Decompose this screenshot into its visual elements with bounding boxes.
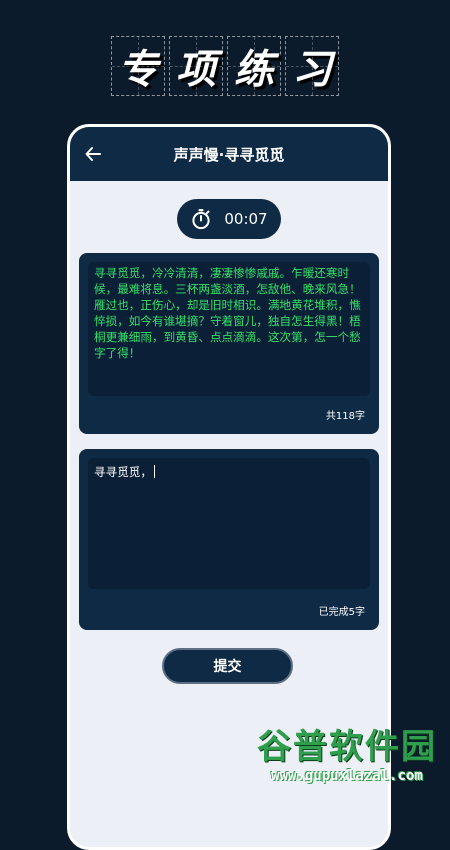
timer-value: 00:07: [224, 210, 268, 228]
typed-text: 寻寻觅觅，: [94, 465, 152, 479]
completed-char-count: 已完成5字: [318, 607, 365, 618]
stopwatch-icon: [190, 208, 212, 230]
banner-char: 习: [285, 36, 339, 96]
watermark-logo: 谷普软件园: [257, 727, 437, 767]
timer-pill: 00:07: [177, 199, 281, 239]
banner-char: 专: [111, 36, 165, 96]
back-arrow-icon: [85, 147, 101, 161]
submit-button[interactable]: 提交: [162, 648, 293, 684]
site-watermark: 谷普软件园 www.gupuxlazal.com: [244, 727, 450, 800]
page-title: 声声慢·寻寻觅觅: [173, 145, 285, 164]
banner-char: 练: [227, 36, 281, 96]
text-caret: [153, 465, 155, 478]
source-text: 寻寻觅觅，冷冷清清，凄凄惨惨戚戚。乍暖还寒时候，最难将息。三杯两盏淡酒，怎敌他、…: [94, 266, 361, 360]
input-card: 寻寻觅觅， 已完成5字: [79, 449, 379, 630]
total-char-count: 共118字: [325, 411, 365, 422]
typing-input-text: 寻寻觅觅，: [94, 464, 364, 480]
source-text-panel: 寻寻觅觅，冷冷清清，凄凄惨惨戚戚。乍暖还寒时候，最难将息。三杯两盏淡酒，怎敌他、…: [88, 262, 370, 396]
app-bar: 声声慢·寻寻觅觅: [70, 127, 388, 181]
source-text-card: 寻寻觅觅，冷冷清清，凄凄惨惨戚戚。乍暖还寒时候，最难将息。三杯两盏淡酒，怎敌他、…: [79, 253, 379, 434]
watermark-url: www.gupuxlazal.com: [271, 768, 423, 784]
practice-banner: 专 项 练 习: [0, 36, 450, 100]
banner-char: 项: [169, 36, 223, 96]
typing-input[interactable]: 寻寻觅觅，: [88, 458, 370, 589]
back-button[interactable]: [78, 139, 108, 169]
